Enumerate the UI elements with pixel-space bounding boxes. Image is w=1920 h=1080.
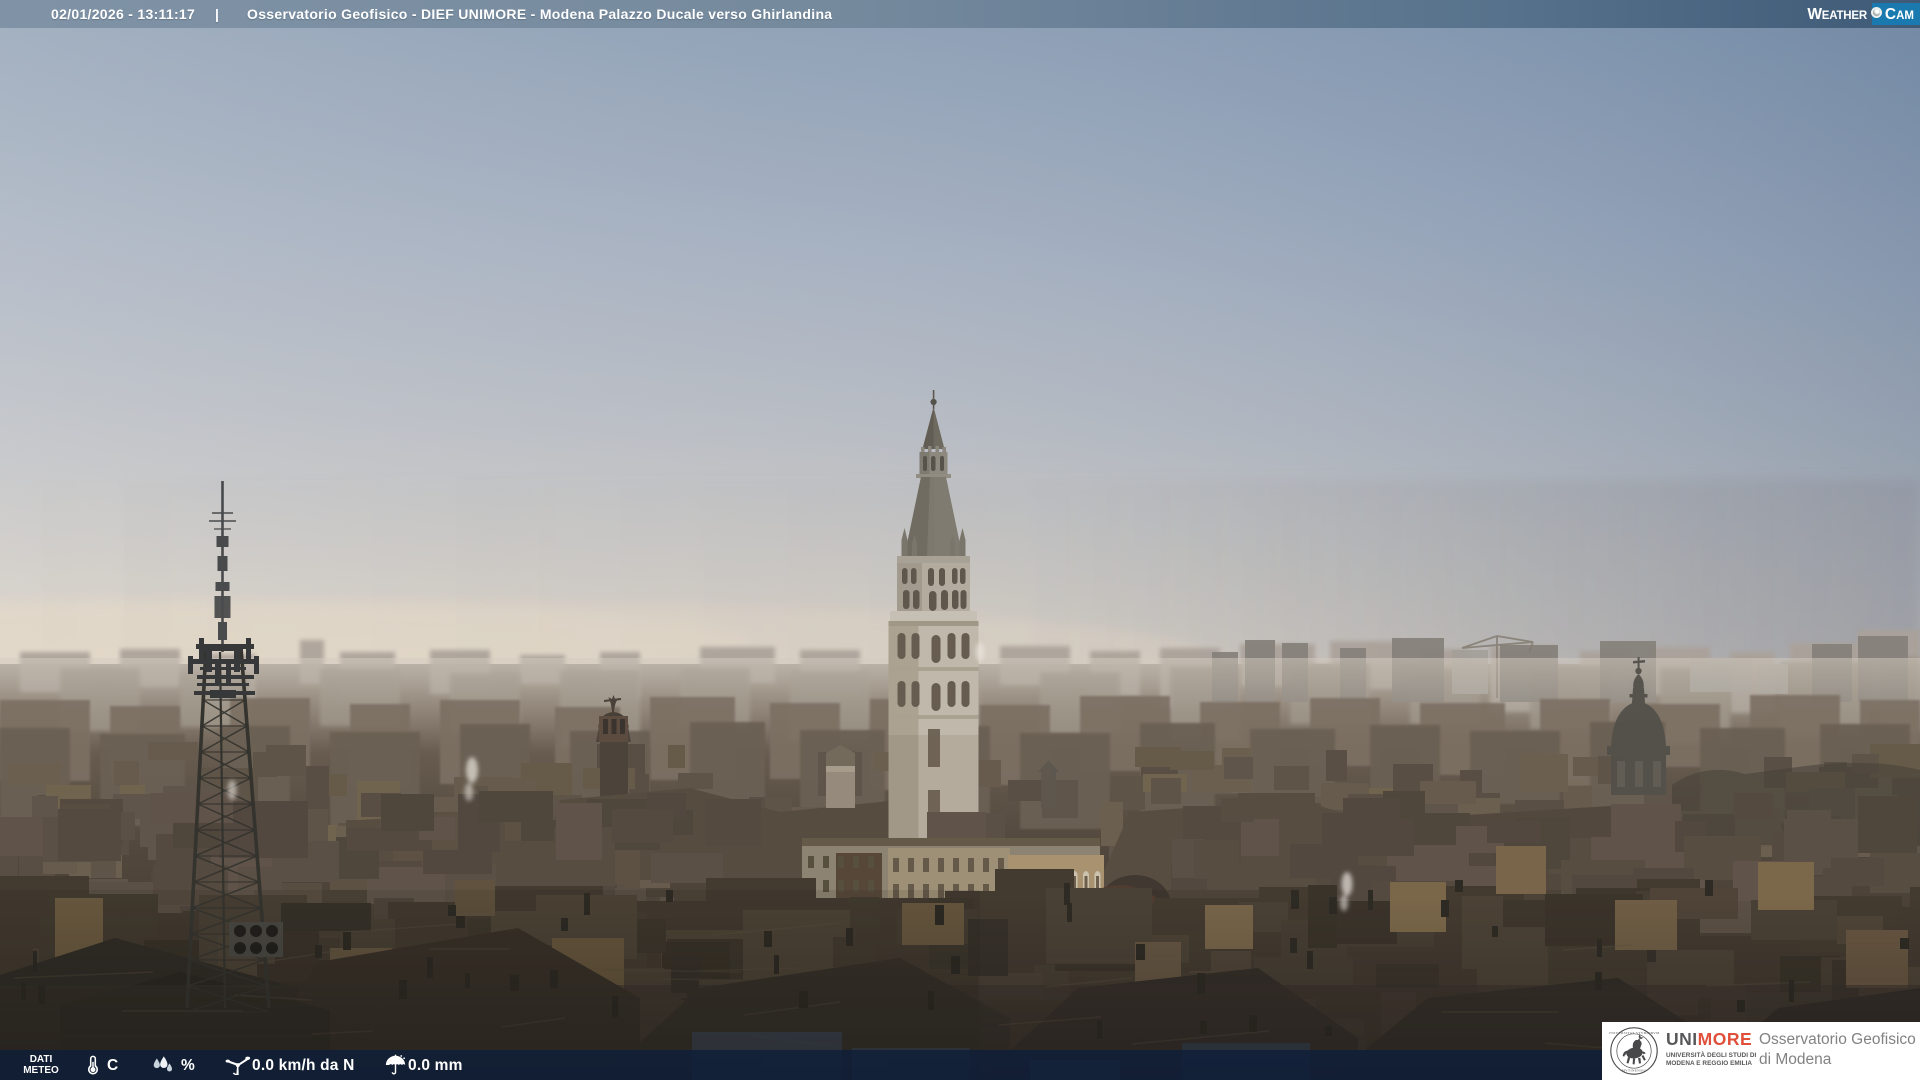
svg-text:MVTINENSIS: MVTINENSIS	[1622, 1069, 1647, 1073]
svg-text:VNIVERSITAS STVDIORVM: VNIVERSITAS STVDIORVM	[1609, 1031, 1659, 1035]
